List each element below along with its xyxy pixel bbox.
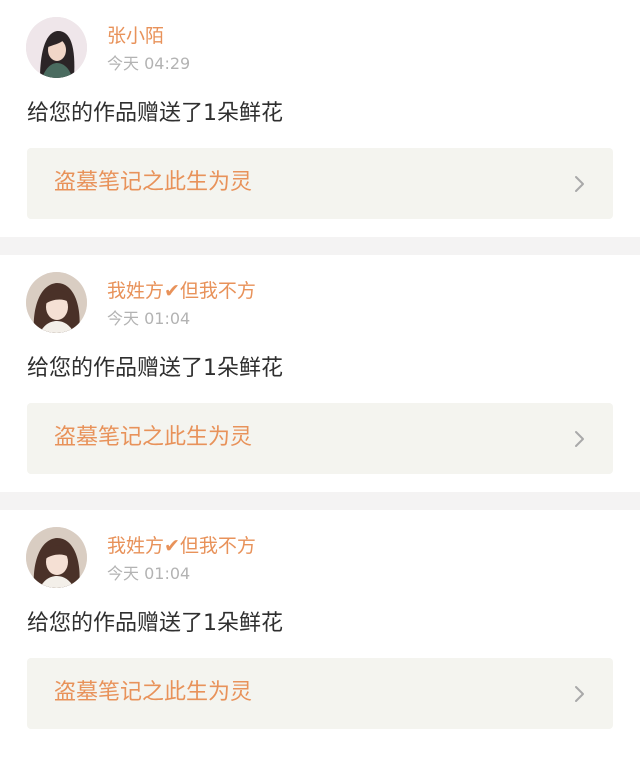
user-avatar-icon — [26, 272, 87, 333]
notification-card: 我姓方✔但我不方 今天 01:04 给您的作品赠送了1朵鲜花 盗墓笔记之此生为灵 — [0, 510, 640, 747]
timestamp: 今天 01:04 — [107, 564, 191, 583]
section-divider — [0, 237, 640, 255]
user-avatar-icon — [26, 527, 87, 588]
user-avatar-icon — [26, 17, 87, 78]
section-divider — [0, 492, 640, 510]
notification-message: 给您的作品赠送了1朵鲜花 — [27, 356, 283, 381]
work-title: 盗墓笔记之此生为灵 — [54, 170, 253, 195]
work-title: 盗墓笔记之此生为灵 — [54, 680, 253, 705]
notification-message: 给您的作品赠送了1朵鲜花 — [27, 611, 283, 636]
user-avatar[interactable] — [26, 272, 87, 333]
notification-message: 给您的作品赠送了1朵鲜花 — [27, 101, 283, 126]
work-title: 盗墓笔记之此生为灵 — [54, 425, 253, 450]
notification-feed: 张小陌 今天 04:29 给您的作品赠送了1朵鲜花 盗墓笔记之此生为灵 我姓方✔… — [0, 0, 640, 747]
chevron-right-icon — [575, 431, 584, 447]
timestamp: 今天 04:29 — [107, 54, 191, 73]
notification-card: 张小陌 今天 04:29 给您的作品赠送了1朵鲜花 盗墓笔记之此生为灵 — [0, 0, 640, 237]
user-avatar[interactable] — [26, 527, 87, 588]
work-link-button[interactable]: 盗墓笔记之此生为灵 — [27, 658, 613, 729]
timestamp: 今天 01:04 — [107, 309, 191, 328]
work-link-button[interactable]: 盗墓笔记之此生为灵 — [27, 148, 613, 219]
username[interactable]: 我姓方✔但我不方 — [107, 279, 256, 303]
chevron-right-icon — [575, 176, 584, 192]
notification-card: 我姓方✔但我不方 今天 01:04 给您的作品赠送了1朵鲜花 盗墓笔记之此生为灵 — [0, 255, 640, 492]
chevron-right-icon — [575, 686, 584, 702]
user-avatar[interactable] — [26, 17, 87, 78]
username[interactable]: 我姓方✔但我不方 — [107, 534, 256, 558]
username[interactable]: 张小陌 — [107, 24, 164, 48]
work-link-button[interactable]: 盗墓笔记之此生为灵 — [27, 403, 613, 474]
